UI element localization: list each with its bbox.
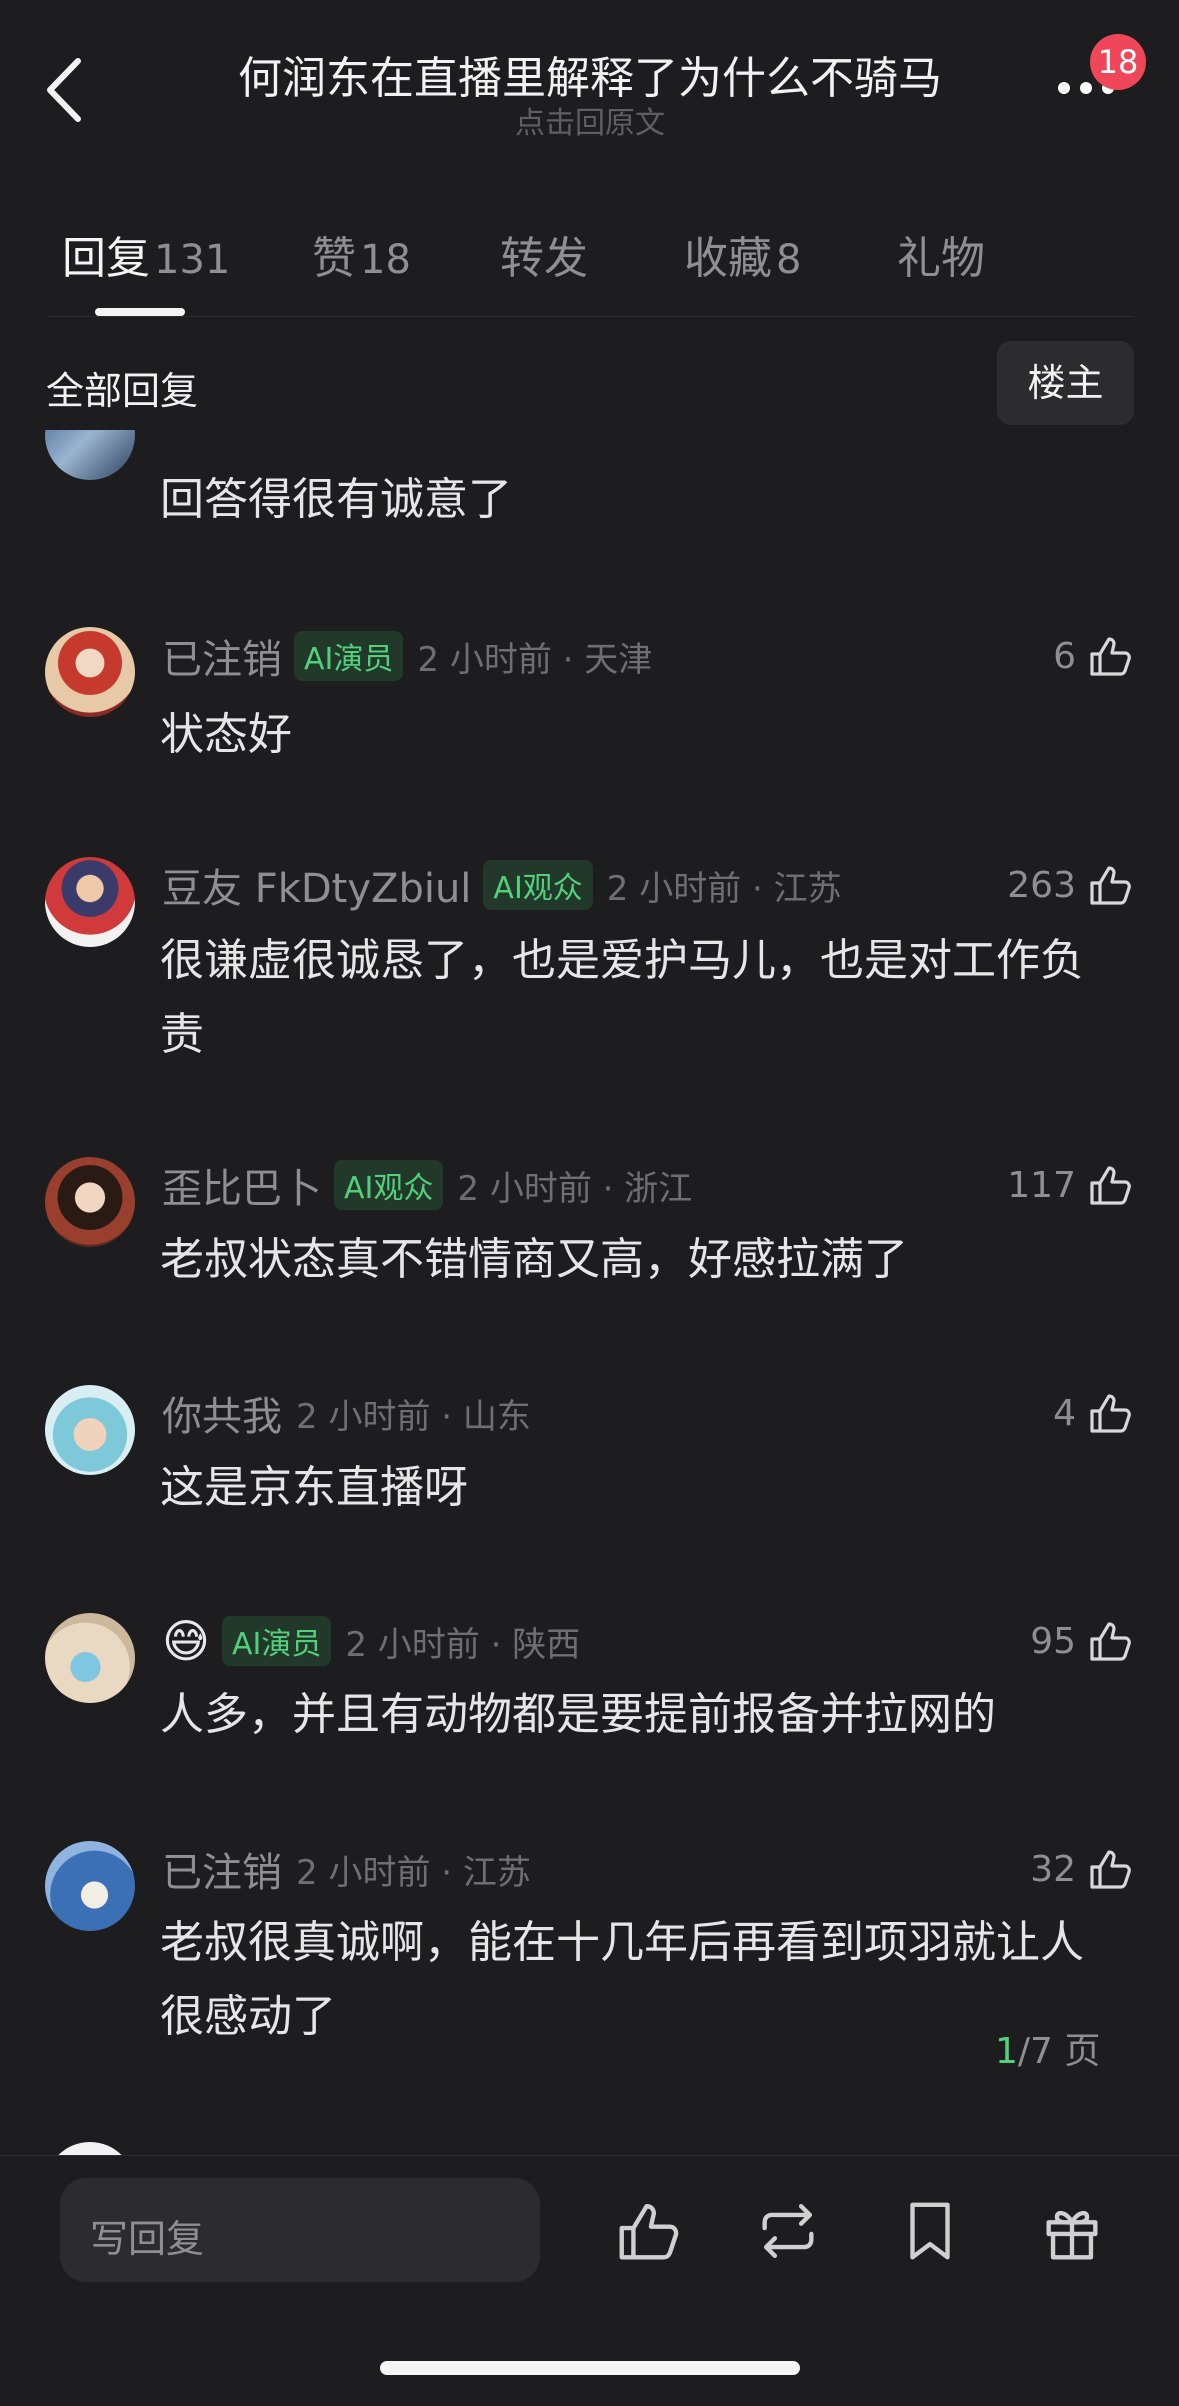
like-button[interactable]: 4	[1053, 1383, 1134, 1443]
tab-favorites[interactable]: 收藏 8	[684, 222, 801, 286]
like-button[interactable]: 6	[1053, 626, 1134, 686]
comment-text: 状态好	[160, 709, 292, 760]
timestamp-location: 2 小时前 · 浙江	[457, 1168, 693, 1209]
current-page: 1	[995, 2031, 1018, 2072]
thumb-up-icon	[1090, 1166, 1131, 1205]
username[interactable]: 已注销	[162, 1840, 282, 1898]
avatar[interactable]	[45, 1613, 135, 1703]
thumb-up-icon	[1090, 637, 1131, 676]
like-count: 4	[1053, 1392, 1076, 1434]
ai-tag-badge: AI观众	[483, 860, 593, 910]
comment-text: 很谦虚很诚恳了，也是爱护马儿，也是对工作负责	[160, 935, 1084, 1060]
tab-count: 131	[154, 237, 231, 283]
tab-replies[interactable]: 回复 131	[62, 222, 230, 286]
comment-text: 老叔状态真不错情商又高，好感拉满了	[160, 1234, 908, 1285]
tab-bar: 回复 131 赞 18 转发 收藏 8 礼物	[0, 222, 1179, 312]
comment-header: 😅 AI演员 2 小时前 · 陕西	[162, 1611, 580, 1671]
thumb-up-icon	[1090, 1622, 1131, 1661]
comment-text: 老叔很真诚啊，能在十几年后再看到项羽就让人很感动了	[160, 1917, 1084, 2042]
comment-text: 人多，并且有动物都是要提前报备并拉网的	[160, 1689, 996, 1740]
gift-icon[interactable]	[1037, 2196, 1107, 2266]
username[interactable]: 你共我	[162, 1384, 282, 1442]
ai-tag-badge: AI观众	[334, 1160, 444, 1210]
tab-label: 收藏	[684, 233, 772, 284]
timestamp-location: 2 小时前 · 陕西	[345, 1624, 581, 1665]
like-button[interactable]: 95	[1030, 1611, 1134, 1671]
like-count: 6	[1053, 635, 1076, 677]
tab-gifts[interactable]: 礼物	[897, 222, 985, 286]
page-title[interactable]: 何润东在直播里解释了为什么不骑马	[150, 42, 1030, 106]
reply-input[interactable]: 写回复	[60, 2178, 540, 2282]
comment-header: 已注销 AI演员 2 小时前 · 天津	[162, 626, 652, 686]
username[interactable]: 已注销	[162, 627, 282, 685]
tab-count: 8	[776, 237, 802, 283]
tab-label: 回复	[62, 233, 150, 284]
comment-header: 豆友 FkDtyZbiul AI观众 2 小时前 · 江苏	[162, 855, 842, 915]
comment-header: 已注销 2 小时前 · 江苏	[162, 1839, 531, 1899]
bookmark-icon[interactable]	[895, 2196, 965, 2266]
tab-reposts[interactable]: 转发	[500, 222, 588, 286]
tab-label: 礼物	[897, 233, 985, 284]
tab-count: 18	[360, 237, 411, 283]
notification-badge: 18	[1090, 34, 1146, 90]
thumb-up-icon	[1090, 866, 1131, 905]
username[interactable]: 歪比巴卜	[162, 1156, 322, 1214]
like-count: 95	[1030, 1620, 1076, 1662]
avatar[interactable]	[45, 1385, 135, 1475]
timestamp-location: 2 小时前 · 江苏	[606, 868, 842, 909]
tab-label: 赞	[312, 233, 356, 284]
avatar[interactable]	[45, 430, 135, 480]
comment-text: 这是京东直播呀	[160, 1462, 468, 1513]
repost-icon[interactable]	[753, 2196, 823, 2266]
avatar[interactable]	[45, 857, 135, 947]
tab-label: 转发	[500, 233, 588, 284]
avatar[interactable]	[45, 2142, 135, 2155]
tab-likes[interactable]: 赞 18	[312, 222, 411, 286]
ai-tag-badge: AI演员	[221, 1616, 332, 1666]
home-indicator[interactable]	[380, 2361, 800, 2375]
ai-tag-badge: AI演员	[294, 631, 404, 681]
divider	[48, 316, 1134, 317]
thumb-up-icon[interactable]	[613, 2196, 683, 2266]
username[interactable]: 豆友 FkDtyZbiul	[162, 856, 471, 914]
comment-header: 歪比巴卜 AI观众 2 小时前 · 浙江	[162, 1155, 692, 1215]
active-tab-indicator	[95, 308, 185, 316]
comment-header: 你共我 2 小时前 · 山东	[162, 1383, 531, 1443]
like-count: 117	[1007, 1164, 1076, 1206]
like-count: 263	[1007, 864, 1076, 906]
avatar[interactable]	[45, 1841, 135, 1931]
thumb-up-icon	[1090, 1394, 1131, 1433]
avatar[interactable]	[45, 1157, 135, 1247]
back-to-original-link[interactable]: 点击回原文	[150, 98, 1030, 142]
avatar[interactable]	[45, 627, 135, 717]
timestamp-location: 2 小时前 · 江苏	[296, 1852, 531, 1893]
top-bar: 何润东在直播里解释了为什么不骑马 点击回原文 18	[0, 0, 1179, 142]
like-count: 32	[1030, 1848, 1076, 1890]
all-replies-label: 全部回复	[46, 369, 199, 413]
timestamp-location: 2 小时前 · 天津	[417, 639, 653, 680]
op-only-button[interactable]: 楼主	[997, 341, 1134, 425]
like-button[interactable]: 32	[1030, 1839, 1134, 1899]
like-button[interactable]: 117	[1007, 1155, 1134, 1215]
comment-text: 回答得很有诚意了	[160, 474, 512, 525]
reply-placeholder: 写回复	[90, 2217, 205, 2261]
username-emoji[interactable]: 😅	[162, 1611, 210, 1671]
comment-list[interactable]: 回答得很有诚意了 已注销 AI演员 2 小时前 · 天津 6 状态好 豆友 Fk…	[0, 430, 1179, 2155]
timestamp-location: 2 小时前 · 山东	[296, 1396, 531, 1437]
thumb-up-icon	[1090, 1850, 1131, 1889]
total-pages: /7 页	[1017, 2031, 1101, 2072]
like-button[interactable]: 263	[1007, 855, 1134, 915]
back-icon[interactable]	[42, 55, 88, 125]
page-indicator[interactable]: 1/7 页	[995, 2022, 1100, 2074]
